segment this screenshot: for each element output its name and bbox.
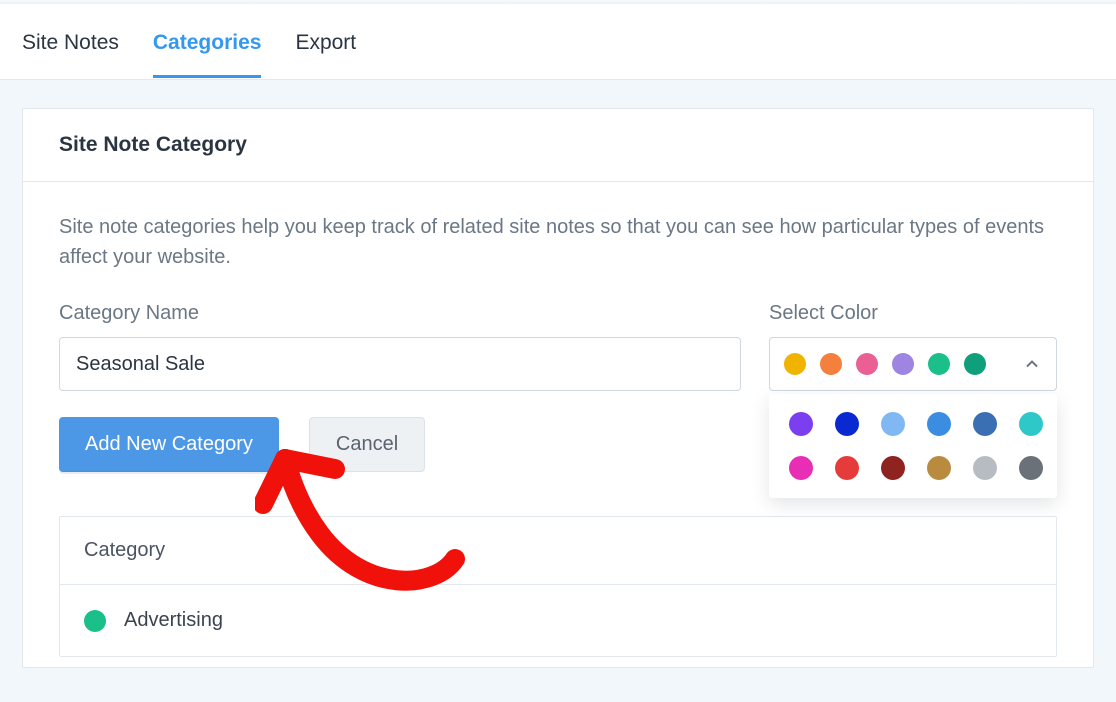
chevron-up-icon [1022, 354, 1042, 374]
color-select[interactable] [769, 337, 1057, 391]
category-color-dot [84, 610, 106, 632]
category-name-input[interactable] [59, 337, 741, 391]
swatch-teal[interactable] [964, 353, 986, 375]
swatch-green[interactable] [928, 353, 950, 375]
swatch-lightblue[interactable] [881, 412, 905, 436]
cancel-button[interactable]: Cancel [309, 417, 425, 472]
primary-swatch-row [784, 353, 986, 375]
table-header-category: Category [60, 517, 1056, 585]
swatch-bronze[interactable] [927, 456, 951, 480]
swatch-pink[interactable] [856, 353, 878, 375]
swatch-gray[interactable] [1019, 456, 1043, 480]
swatch-red[interactable] [835, 456, 859, 480]
swatch-steel[interactable] [973, 412, 997, 436]
category-table: Category Advertising [59, 516, 1057, 657]
swatch-cyan[interactable] [1019, 412, 1043, 436]
table-row[interactable]: Advertising [60, 585, 1056, 656]
swatch-maroon[interactable] [881, 456, 905, 480]
tab-export[interactable]: Export [295, 7, 356, 77]
swatch-orange[interactable] [820, 353, 842, 375]
site-note-category-card: Site Note Category Site note categories … [22, 108, 1094, 668]
category-name-label: Category Name [59, 302, 741, 325]
help-text: Site note categories help you keep track… [59, 212, 1057, 272]
swatch-lightgray[interactable] [973, 456, 997, 480]
tab-categories[interactable]: Categories [153, 7, 262, 77]
swatch-skyblue[interactable] [927, 412, 951, 436]
card-title: Site Note Category [59, 133, 1057, 157]
swatch-purple[interactable] [789, 412, 813, 436]
tab-bar: Site Notes Categories Export [0, 4, 1116, 80]
category-name-cell: Advertising [124, 609, 223, 632]
select-color-label: Select Color [769, 302, 1057, 325]
tab-site-notes[interactable]: Site Notes [22, 7, 119, 77]
swatch-blue[interactable] [835, 412, 859, 436]
swatch-magenta[interactable] [789, 456, 813, 480]
add-new-category-button[interactable]: Add New Category [59, 417, 279, 472]
card-header: Site Note Category [23, 109, 1093, 182]
color-dropdown-panel [769, 394, 1057, 498]
swatch-violet[interactable] [892, 353, 914, 375]
swatch-amber[interactable] [784, 353, 806, 375]
